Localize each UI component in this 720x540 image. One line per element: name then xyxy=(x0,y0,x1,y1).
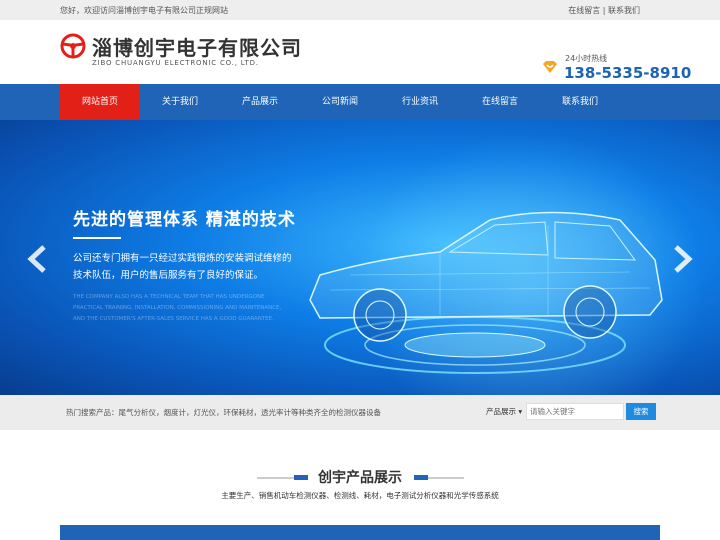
nav-item-products[interactable]: 产品展示 xyxy=(220,84,300,120)
products-section-title: 创宇产品展示 xyxy=(318,470,402,486)
link-separator: | xyxy=(602,6,606,15)
top-links: 在线留言 | 联系我们 xyxy=(568,5,640,16)
search-bar: 热门搜索产品：尾气分析仪，烟度计，灯光仪，环保耗材，透光率计等种类齐全的检测仪器… xyxy=(0,395,720,430)
nav-item-industry[interactable]: 行业资讯 xyxy=(380,84,460,120)
nav-item-home[interactable]: 网站首页 xyxy=(60,84,140,120)
nav-item-news[interactable]: 公司新闻 xyxy=(300,84,380,120)
banner-headline: 先进的管理体系 精湛的技术 xyxy=(73,210,296,230)
caret-down-icon: ▾ xyxy=(518,407,523,416)
hotline-number: 138-5335-8910 xyxy=(564,64,692,82)
products-tab-strip xyxy=(60,525,660,540)
chevron-right-icon[interactable] xyxy=(666,244,696,274)
nav-item-about[interactable]: 关于我们 xyxy=(140,84,220,120)
contact-us-link[interactable]: 联系我们 xyxy=(608,6,640,15)
top-bar: 您好，欢迎访问淄博创宇电子有限公司正规网站 在线留言 | 联系我们 xyxy=(0,0,720,20)
headline-divider xyxy=(73,237,121,239)
company-name-en: ZIBO CHUANGYU ELECTRONIC CO., LTD. xyxy=(92,59,259,67)
search-input[interactable] xyxy=(526,403,624,420)
company-name[interactable]: 淄博创宇电子有限公司 xyxy=(92,32,302,61)
main-nav: 网站首页 关于我们 产品展示 公司新闻 行业资讯 在线留言 联系我们 xyxy=(0,84,720,120)
welcome-text: 您好，欢迎访问淄博创宇电子有限公司正规网站 xyxy=(60,6,228,15)
diamond-heart-icon xyxy=(543,61,557,73)
hero-banner: 先进的管理体系 精湛的技术 公司还专门拥有一只经过实践锻炼的安装调试维修的技术队… xyxy=(0,120,720,395)
banner-paragraph: 公司还专门拥有一只经过实践锻炼的安装调试维修的技术队伍，用户的售后服务有了良好的… xyxy=(73,253,292,281)
chevron-left-icon[interactable] xyxy=(24,244,54,274)
category-select[interactable]: 产品展示 ▾ xyxy=(486,406,522,417)
hotline-label: 24小时热线 xyxy=(565,54,608,63)
search-button[interactable]: 搜索 xyxy=(626,403,656,420)
hot-products-text: 热门搜索产品：尾气分析仪，烟度计，灯光仪，环保耗材，透光率计等种类齐全的检测仪器… xyxy=(66,408,381,417)
nav-item-contact[interactable]: 联系我们 xyxy=(540,84,620,120)
wireframe-car-image xyxy=(309,211,663,374)
site-header: 淄博创宇电子有限公司 ZIBO CHUANGYU ELECTRONIC CO.,… xyxy=(0,20,720,84)
steering-wheel-icon xyxy=(60,33,86,59)
nav-item-message[interactable]: 在线留言 xyxy=(460,84,540,120)
banner-paragraph-en: THE COMPANY ALSO HAS A TECHNICAL TEAM TH… xyxy=(73,294,282,322)
title-accent-right xyxy=(414,475,428,480)
category-select-label: 产品展示 xyxy=(486,407,516,416)
online-message-link[interactable]: 在线留言 xyxy=(568,6,600,15)
products-section-subtitle: 主要生产、销售机动车检测仪器、检测线、耗材，电子测试分析仪器和光学传感系统 xyxy=(221,491,499,500)
